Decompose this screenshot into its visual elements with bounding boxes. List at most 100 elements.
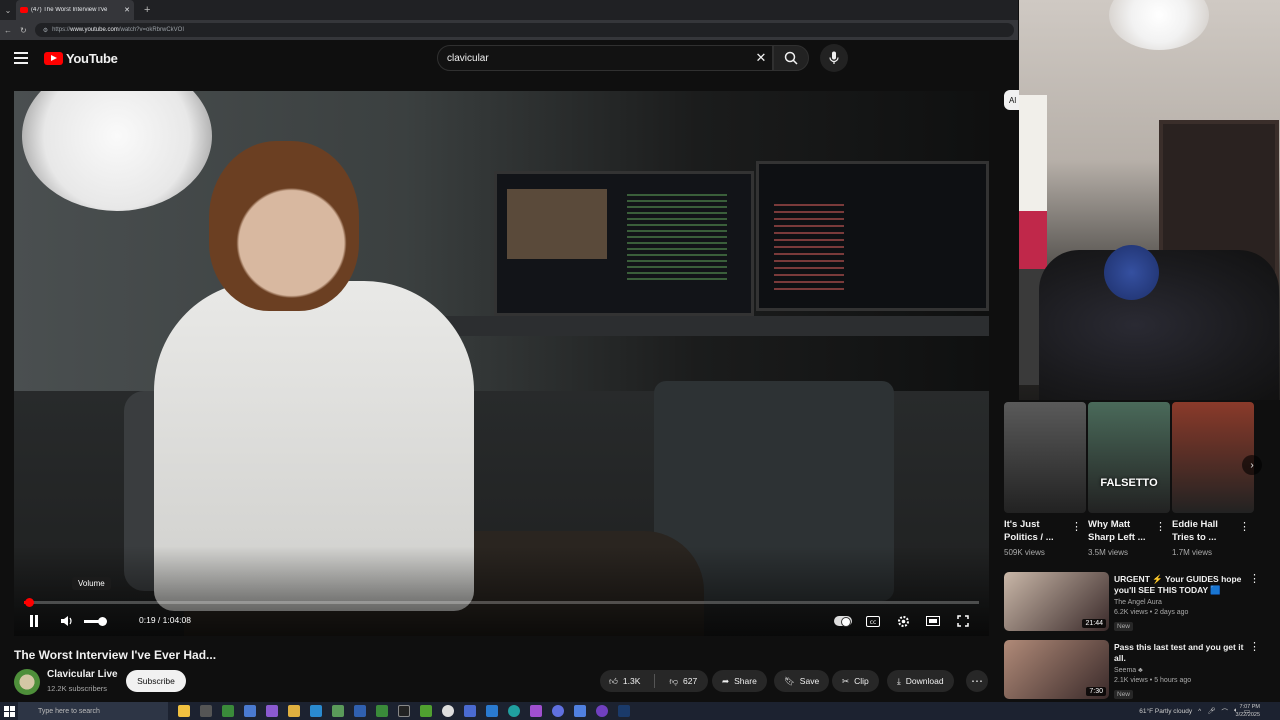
windows-start-button[interactable] — [0, 702, 18, 720]
short-thumbnail[interactable]: FALSETTO — [1088, 402, 1170, 513]
like-dislike-group: 👍︎ 1.3K 👎︎ 627 — [600, 670, 708, 692]
search-input[interactable]: clavicular ✕ — [437, 45, 773, 71]
search-button[interactable] — [773, 45, 809, 71]
more-actions-button[interactable]: ⋯ — [966, 670, 988, 692]
save-button[interactable]: 🔖︎ Save — [774, 670, 830, 692]
new-tab-icon[interactable]: + — [144, 4, 150, 16]
short-menu-icon[interactable]: ⋮ — [1155, 520, 1166, 533]
subtitles-button[interactable]: cc — [865, 610, 881, 632]
voice-search-button[interactable] — [820, 44, 848, 72]
short-title[interactable]: Why Matt Sharp Left ... — [1088, 518, 1154, 544]
app-icon[interactable] — [376, 705, 388, 717]
video-menu-icon[interactable]: ⋮ — [1249, 572, 1260, 585]
taskbar-clock[interactable]: 7:07 PM 3/22/2025 — [1236, 703, 1260, 719]
copilot-icon[interactable] — [178, 705, 190, 717]
app-icon[interactable] — [332, 705, 344, 717]
short-menu-icon[interactable]: ⋮ — [1071, 520, 1082, 533]
tab-search-icon[interactable]: ⌄ — [0, 0, 16, 20]
clear-search-icon[interactable]: ✕ — [750, 50, 772, 66]
task-view-icon[interactable] — [200, 705, 212, 717]
recommended-title[interactable]: Pass this last test and you get it all. — [1114, 642, 1254, 664]
recommended-title[interactable]: URGENT ⚡ Your GUIDES hope you'll SEE THI… — [1114, 574, 1254, 596]
video-menu-icon[interactable]: ⋮ — [1249, 640, 1260, 653]
clip-button[interactable]: ✂ Clip — [832, 670, 879, 692]
dislike-button[interactable]: 👎︎ 627 — [660, 670, 706, 692]
short-info[interactable]: It's Just Politics / ... 509K views ⋮ — [1004, 518, 1086, 557]
autoplay-toggle[interactable] — [834, 616, 852, 627]
new-badge: New — [1114, 690, 1134, 699]
address-bar-row: ← ↻ ⚙ https://www.youtube.com/watch?v=ok… — [0, 20, 1018, 40]
browser-tab[interactable]: (47) The Worst Interview I've ✕ — [16, 0, 134, 20]
chrome-icon[interactable] — [442, 705, 454, 717]
network-icon[interactable]: ⌒ — [1221, 706, 1228, 716]
shelf-next-button[interactable]: › — [1242, 455, 1262, 475]
recommended-video[interactable]: 7:30 Pass this last test and you get it … — [1004, 640, 1280, 702]
download-button[interactable]: ⤓ Download — [887, 670, 954, 692]
short-thumbnail[interactable] — [1172, 402, 1254, 513]
short-menu-icon[interactable]: ⋮ — [1239, 520, 1250, 533]
tab-title: (47) The Worst Interview I've — [31, 7, 108, 13]
app-icon[interactable] — [354, 705, 366, 717]
progress-bar[interactable] — [24, 598, 979, 607]
steam-icon[interactable] — [618, 705, 630, 717]
short-title[interactable]: Eddie Hall Tries to ... — [1172, 518, 1238, 544]
tray-expand-icon[interactable]: ^ — [1198, 708, 1201, 715]
discord-icon[interactable] — [552, 705, 564, 717]
short-views: 509K views — [1004, 548, 1045, 557]
microphone-tray-icon[interactable]: 🎤︎ — [1207, 707, 1215, 715]
app-icon[interactable] — [244, 705, 256, 717]
like-button[interactable]: 👍︎ 1.3K — [600, 670, 649, 692]
url-prefix: https:// — [52, 27, 71, 33]
back-icon[interactable]: ← — [4, 26, 12, 35]
close-tab-icon[interactable]: ✕ — [124, 6, 130, 14]
pause-button[interactable] — [26, 610, 42, 632]
mute-button[interactable] — [58, 610, 76, 632]
short-info[interactable]: Eddie Hall Tries to ... 1.7M views ⋮ — [1172, 518, 1254, 557]
file-explorer-icon[interactable] — [288, 705, 300, 717]
video-player[interactable]: Volume 0:19 / 1:04:08 cc — [14, 91, 989, 636]
svg-text:cc: cc — [870, 619, 877, 626]
channel-avatar[interactable] — [14, 669, 40, 695]
more-icon: ⋯ — [971, 674, 983, 688]
video-frame-person — [209, 141, 359, 311]
youtube-logo[interactable]: YouTube — [44, 51, 118, 66]
video-thumbnail[interactable]: 7:30 — [1004, 640, 1109, 699]
subscribe-button[interactable]: Subscribe — [126, 670, 186, 692]
volume-handle[interactable] — [98, 617, 107, 626]
app-icon[interactable] — [530, 705, 542, 717]
scrubber-handle[interactable] — [24, 598, 34, 607]
menu-icon[interactable] — [14, 52, 28, 64]
reload-icon[interactable]: ↻ — [20, 26, 27, 35]
app-icon[interactable] — [574, 705, 586, 717]
share-button[interactable]: ➦ Share — [712, 670, 767, 692]
recommended-video[interactable]: 21:44 URGENT ⚡ Your GUIDES hope you'll S… — [1004, 572, 1280, 634]
app-icon[interactable] — [420, 705, 432, 717]
obs-icon[interactable] — [596, 705, 608, 717]
fullscreen-button[interactable] — [955, 610, 971, 632]
weather-widget[interactable]: 61°F Partly cloudy — [1139, 708, 1192, 715]
site-info-icon[interactable]: ⚙ — [43, 27, 48, 34]
app-icon[interactable] — [398, 705, 410, 717]
app-icon[interactable] — [464, 705, 476, 717]
short-thumbnail[interactable] — [1004, 402, 1086, 513]
theater-icon — [926, 616, 940, 626]
short-title[interactable]: It's Just Politics / ... — [1004, 518, 1070, 544]
recommended-channel[interactable]: Seema ♣ — [1114, 667, 1143, 674]
video-frame-monitor — [756, 161, 989, 311]
app-icon[interactable] — [222, 705, 234, 717]
short-info[interactable]: Why Matt Sharp Left ... 3.5M views ⋮ — [1088, 518, 1170, 557]
video-thumbnail[interactable]: 21:44 — [1004, 572, 1109, 631]
url-path: /watch?v=okRbrwCkVOI — [118, 27, 185, 33]
channel-name[interactable]: Clavicular Live — [47, 669, 118, 680]
app-icon[interactable] — [266, 705, 278, 717]
settings-button[interactable] — [895, 610, 911, 632]
address-bar[interactable]: ⚙ https://www.youtube.com/watch?v=okRbrw… — [34, 23, 1014, 37]
edge-icon[interactable] — [310, 705, 322, 717]
taskbar-search-input[interactable]: Type here to search — [18, 702, 168, 720]
recommended-channel[interactable]: The Angel Aura — [1114, 599, 1162, 606]
app-icon[interactable] — [486, 705, 498, 717]
theater-mode-button[interactable] — [925, 610, 941, 632]
browser-tab-bar: ⌄ (47) The Worst Interview I've ✕ + — [0, 0, 1018, 20]
app-icon[interactable] — [508, 705, 520, 717]
subscriber-count: 12.2K subscribers — [47, 684, 108, 693]
